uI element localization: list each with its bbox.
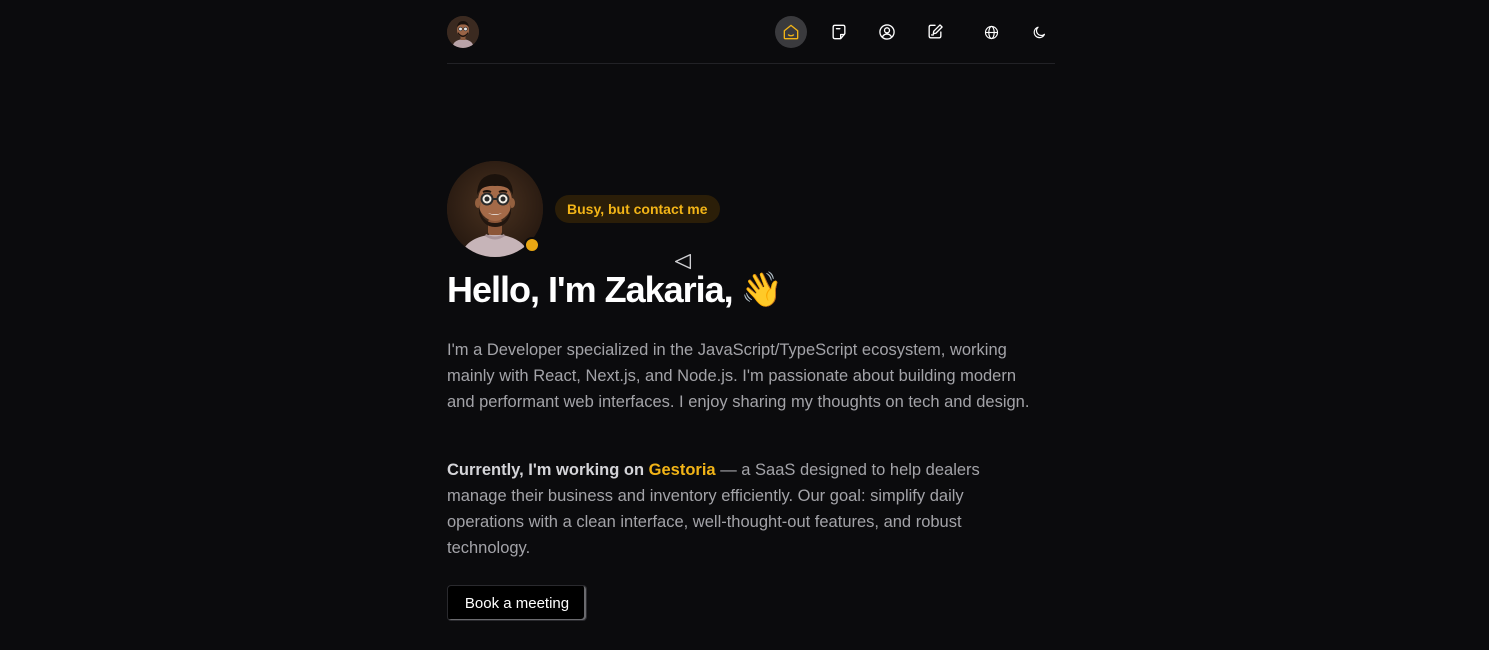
nav-profile-button[interactable] (871, 16, 903, 48)
headline-text: Hello, I'm Zakaria, (447, 269, 734, 310)
intro-paragraph: I'm a Developer specialized in the JavaS… (447, 341, 1030, 411)
user-circle-icon (879, 24, 895, 40)
globe-icon (984, 25, 998, 39)
edit-icon (928, 24, 943, 39)
home-icon (783, 24, 799, 40)
notes-icon (832, 24, 846, 40)
nav-avatar[interactable] (447, 16, 479, 48)
waving-hand-icon: 👋 (740, 271, 783, 309)
avatar-illustration (447, 16, 479, 48)
current-work-paragraph: Currently, I'm working on Gestoria — a S… (447, 457, 1037, 561)
current-work-prefix: Currently, I'm working on (447, 461, 645, 479)
status-indicator-dot (524, 237, 540, 253)
page: Busy, but contact me Hello, I'm Zakaria,… (0, 0, 1489, 650)
status-badge: Busy, but contact me (555, 195, 720, 223)
hero-headline: Hello, I'm Zakaria, 👋 (447, 269, 783, 311)
book-meeting-button[interactable]: Book a meeting (447, 585, 587, 621)
nav-home-button[interactable] (775, 16, 807, 48)
top-nav (447, 0, 1055, 64)
project-link[interactable]: Gestoria (649, 461, 716, 479)
profile-avatar (447, 161, 543, 257)
moon-icon (1033, 26, 1045, 38)
nav-language-button[interactable] (975, 16, 1007, 48)
nav-theme-button[interactable] (1023, 16, 1055, 48)
nav-notes-button[interactable] (823, 16, 855, 48)
nav-blog-button[interactable] (919, 16, 951, 48)
